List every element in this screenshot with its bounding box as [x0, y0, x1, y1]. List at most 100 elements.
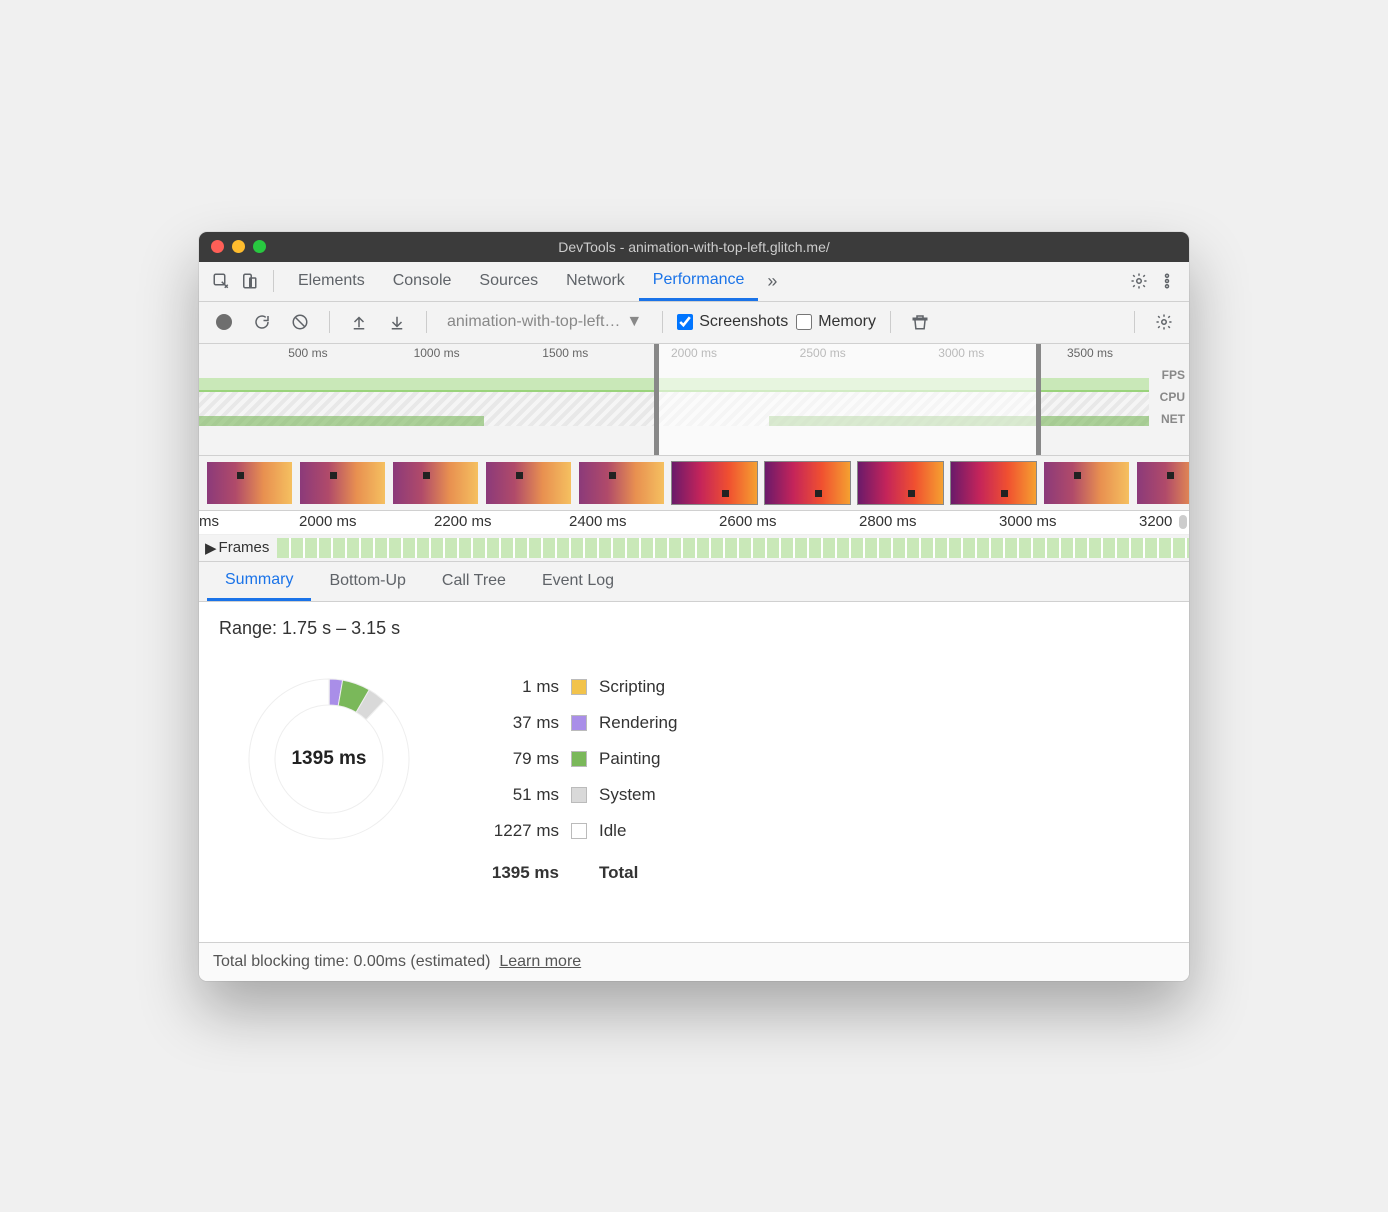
timeline-ruler: ms2000 ms2200 ms2400 ms2600 ms2800 ms300…: [199, 511, 1189, 535]
detail-tab-call-tree[interactable]: Call Tree: [424, 562, 524, 601]
screenshot-filmstrip[interactable]: [199, 456, 1189, 511]
legend-row: 37 ms Rendering: [479, 705, 677, 741]
legend-row: 1227 ms Idle: [479, 813, 677, 849]
tab-elements[interactable]: Elements: [284, 261, 379, 301]
tab-sources[interactable]: Sources: [465, 261, 552, 301]
legend-total-row: 1395 msTotal: [479, 855, 677, 891]
legend-label: System: [599, 785, 656, 805]
legend-swatch: [571, 823, 587, 839]
overview-selection-handles[interactable]: [654, 344, 1040, 455]
screenshots-label: Screenshots: [699, 313, 788, 331]
screenshots-checkbox[interactable]: Screenshots: [677, 313, 788, 331]
summary-donut-chart: 1395 ms: [239, 669, 419, 849]
overview-tick: 1500 ms: [542, 346, 588, 360]
screenshot-thumbnail[interactable]: [672, 462, 757, 504]
legend-ms: 1 ms: [479, 677, 559, 697]
timeline-tick: 2600 ms: [719, 513, 777, 530]
delete-profile-button[interactable]: [905, 307, 935, 337]
window-title: DevTools - animation-with-top-left.glitc…: [199, 239, 1189, 255]
details-tabbar: SummaryBottom-UpCall TreeEvent Log: [199, 562, 1189, 602]
screenshot-thumbnail[interactable]: [486, 462, 571, 504]
learn-more-link[interactable]: Learn more: [499, 953, 581, 970]
overview-minimap[interactable]: 500 ms1000 ms1500 ms2000 ms2500 ms3000 m…: [199, 344, 1189, 456]
performance-toolbar: animation-with-top-left… ▼ Screenshots M…: [199, 302, 1189, 344]
expand-caret-icon: ▶: [205, 539, 217, 557]
memory-checkbox[interactable]: Memory: [796, 313, 876, 331]
screenshot-thumbnail[interactable]: [858, 462, 943, 504]
timeline-tick: 2000 ms: [299, 513, 357, 530]
screenshot-thumbnail[interactable]: [765, 462, 850, 504]
timeline-tick: 2200 ms: [434, 513, 492, 530]
flamechart-area[interactable]: ms2000 ms2200 ms2400 ms2600 ms2800 ms300…: [199, 511, 1189, 562]
titlebar: DevTools - animation-with-top-left.glitc…: [199, 232, 1189, 262]
fps-label: FPS: [1160, 364, 1185, 386]
donut-center-total: 1395 ms: [291, 748, 366, 770]
scrollbar-indicator[interactable]: [1179, 515, 1187, 529]
overview-tick: 500 ms: [288, 346, 327, 360]
clear-button[interactable]: [285, 307, 315, 337]
net-label: NET: [1160, 408, 1185, 430]
legend-swatch: [571, 787, 587, 803]
screenshot-thumbnail[interactable]: [207, 462, 292, 504]
legend-row: 51 ms System: [479, 777, 677, 813]
legend-swatch: [571, 751, 587, 767]
devtools-tabbar: ElementsConsoleSourcesNetworkPerformance…: [199, 262, 1189, 302]
frames-bars: [277, 538, 1189, 558]
screenshot-thumbnail[interactable]: [579, 462, 664, 504]
legend-ms: 37 ms: [479, 713, 559, 733]
divider: [662, 311, 663, 333]
legend-row: 79 ms Painting: [479, 741, 677, 777]
upload-profile-button[interactable]: [344, 307, 374, 337]
detail-tab-summary[interactable]: Summary: [207, 562, 311, 601]
screenshot-thumbnail[interactable]: [300, 462, 385, 504]
legend-swatch: [571, 679, 587, 695]
divider: [1134, 311, 1135, 333]
timeline-tick: 2400 ms: [569, 513, 627, 530]
tab-network[interactable]: Network: [552, 261, 639, 301]
legend-ms: 51 ms: [479, 785, 559, 805]
legend-ms: 1227 ms: [479, 821, 559, 841]
download-profile-button[interactable]: [382, 307, 412, 337]
timeline-tick: 2800 ms: [859, 513, 917, 530]
divider: [890, 311, 891, 333]
screenshot-thumbnail[interactable]: [1044, 462, 1129, 504]
record-button[interactable]: [209, 307, 239, 337]
device-toggle-icon[interactable]: [235, 267, 263, 295]
detail-tab-event-log[interactable]: Event Log: [524, 562, 632, 601]
divider: [426, 311, 427, 333]
tab-performance[interactable]: Performance: [639, 261, 759, 301]
summary-panel: Range: 1.75 s – 3.15 s 1395 ms 1 ms Scri…: [199, 602, 1189, 942]
screenshot-thumbnail[interactable]: [951, 462, 1036, 504]
more-tabs-icon[interactable]: »: [758, 267, 786, 295]
divider: [329, 311, 330, 333]
screenshot-thumbnail[interactable]: [1137, 462, 1189, 504]
inspect-element-icon[interactable]: [207, 267, 235, 295]
summary-legend: 1 ms Scripting37 ms Rendering79 ms Paint…: [479, 669, 677, 891]
timeline-tick: ms: [199, 513, 219, 530]
legend-label: Scripting: [599, 677, 665, 697]
legend-ms: 79 ms: [479, 749, 559, 769]
frames-track[interactable]: ▶ Frames: [199, 535, 1189, 561]
recording-selector[interactable]: animation-with-top-left… ▼: [441, 313, 648, 331]
frames-track-toggle[interactable]: ▶ Frames: [205, 539, 269, 557]
detail-tab-bottom-up[interactable]: Bottom-Up: [311, 562, 423, 601]
screenshot-thumbnail[interactable]: [393, 462, 478, 504]
tbt-label: Total blocking time: 0.00ms (estimated): [213, 953, 490, 970]
legend-row: 1 ms Scripting: [479, 669, 677, 705]
reload-record-button[interactable]: [247, 307, 277, 337]
settings-gear-icon[interactable]: [1125, 267, 1153, 295]
footer-bar: Total blocking time: 0.00ms (estimated) …: [199, 942, 1189, 981]
divider: [273, 270, 274, 292]
timeline-tick: 3200: [1139, 513, 1172, 530]
overview-track-labels: FPS CPU NET: [1160, 364, 1185, 430]
kebab-menu-icon[interactable]: [1153, 267, 1181, 295]
memory-label: Memory: [818, 313, 876, 331]
tab-console[interactable]: Console: [379, 261, 466, 301]
screenshots-checkbox-input[interactable]: [677, 314, 693, 330]
legend-label: Idle: [599, 821, 626, 841]
capture-settings-gear-icon[interactable]: [1149, 307, 1179, 337]
recording-name: animation-with-top-left…: [447, 313, 620, 331]
memory-checkbox-input[interactable]: [796, 314, 812, 330]
devtools-window: DevTools - animation-with-top-left.glitc…: [199, 232, 1189, 981]
legend-label: Painting: [599, 749, 660, 769]
